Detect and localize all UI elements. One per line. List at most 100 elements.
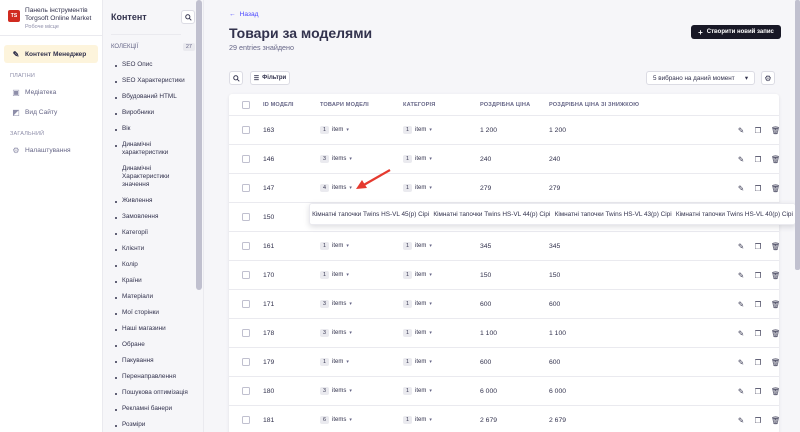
subnav-item[interactable]: Категорії [103,225,203,241]
table-row[interactable]: 171 3 items ▾ 1 item ▾ 600 600 ✎ ❐ 🗑 [229,290,779,319]
subnav-item[interactable]: Пошукова оптимізація [103,385,203,401]
trash-icon[interactable]: 🗑 [771,300,779,309]
subnav-item[interactable]: Країни [103,273,203,289]
popover-item[interactable]: Кімнатні тапочки Twins HS-VL 40(р) Сірі [676,211,793,218]
subnav-scrollbar[interactable] [196,0,202,290]
table-settings-button[interactable]: ⚙ [761,71,775,85]
popover-item[interactable]: Кімнатні тапочки Twins HS-VL 44(р) Сірі [433,211,550,218]
table-row[interactable]: 181 6 items ▾ 1 item ▾ 2 679 2 679 ✎ ❐ 🗑 [229,406,779,432]
row-checkbox[interactable] [242,387,250,395]
items-relation-toggle[interactable]: 3 items ▾ [320,300,352,308]
category-relation-toggle[interactable]: 1 item ▾ [403,155,432,163]
subnav-search-button[interactable] [181,10,195,24]
edit-icon[interactable]: ✎ [737,271,745,280]
row-checkbox[interactable] [242,358,250,366]
edit-icon[interactable]: ✎ [737,126,745,135]
table-row[interactable]: 161 1 item ▾ 1 item ▾ 345 345 ✎ ❐ 🗑 [229,232,779,261]
category-relation-toggle[interactable]: 1 item ▾ [403,271,432,279]
page-scrollbar[interactable] [795,0,800,270]
nav-settings[interactable]: ⚙ Налаштування [4,141,98,159]
subnav-item[interactable]: SEO Опис [103,57,203,73]
items-relation-toggle[interactable]: 3 items ▾ [320,329,352,337]
subnav-item[interactable]: Рекламні банери [103,401,203,417]
trash-icon[interactable]: 🗑 [771,242,779,251]
duplicate-icon[interactable]: ❐ [754,358,762,367]
items-relation-toggle[interactable]: 4 items ▾ [320,184,352,192]
subnav-item[interactable]: Динамічні Характеристики значення [103,161,203,193]
popover-item[interactable]: Кімнатні тапочки Twins HS-VL 43(р) Сірі [555,211,672,218]
row-checkbox[interactable] [242,416,250,424]
duplicate-icon[interactable]: ❐ [754,271,762,280]
edit-icon[interactable]: ✎ [737,155,745,164]
category-relation-toggle[interactable]: 1 item ▾ [403,126,432,134]
edit-icon[interactable]: ✎ [737,300,745,309]
popover-item[interactable]: Кімнатні тапочки Twins HS-VL 45(р) Сірі [312,211,429,218]
edit-icon[interactable]: ✎ [737,329,745,338]
subnav-item[interactable]: Вбудований HTML [103,89,203,105]
subnav-item[interactable]: Матеріали [103,289,203,305]
nav-media[interactable]: ▣ Медіатека [4,83,98,101]
trash-icon[interactable]: 🗑 [771,126,779,135]
edit-icon[interactable]: ✎ [737,242,745,251]
trash-icon[interactable]: 🗑 [771,387,779,396]
category-relation-toggle[interactable]: 1 item ▾ [403,300,432,308]
header-sale-price[interactable]: РОЗДРІБНА ЦІНА ЗІ ЗНИЖКОЮ [549,102,689,108]
row-checkbox[interactable] [242,300,250,308]
row-checkbox[interactable] [242,242,250,250]
row-checkbox[interactable] [242,271,250,279]
header-price[interactable]: РОЗДРІБНА ЦІНА [480,102,549,108]
subnav-item[interactable]: SEO Характеристики [103,73,203,89]
header-id[interactable]: ID МОДЕЛІ [263,102,320,108]
row-checkbox[interactable] [242,213,250,221]
table-row[interactable]: 179 1 item ▾ 1 item ▾ 600 600 ✎ ❐ 🗑 [229,348,779,377]
subnav-item[interactable]: Вік [103,121,203,137]
nav-content-manager[interactable]: ✎ Контент Менеджер [4,45,98,63]
items-relation-toggle[interactable]: 3 items ▾ [320,155,352,163]
filters-button[interactable]: ☰ Фільтри [250,71,290,85]
edit-icon[interactable]: ✎ [737,387,745,396]
trash-icon[interactable]: 🗑 [771,358,779,367]
category-relation-toggle[interactable]: 1 item ▾ [403,329,432,337]
category-relation-toggle[interactable]: 1 item ▾ [403,184,432,192]
duplicate-icon[interactable]: ❐ [754,329,762,338]
table-row[interactable]: 178 3 items ▾ 1 item ▾ 1 100 1 100 ✎ ❐ 🗑 [229,319,779,348]
subnav-item[interactable]: Наші магазини [103,321,203,337]
create-entry-button[interactable]: + Створити новий запис [691,25,781,39]
duplicate-icon[interactable]: ❐ [754,416,762,425]
duplicate-icon[interactable]: ❐ [754,242,762,251]
row-checkbox[interactable] [242,329,250,337]
table-row[interactable]: 163 1 item ▾ 1 item ▾ 1 200 1 200 ✎ ❐ 🗑 [229,116,779,145]
subnav-item[interactable]: Перенаправлення [103,369,203,385]
table-row[interactable]: 146 3 items ▾ 1 item ▾ 240 240 ✎ ❐ 🗑 [229,145,779,174]
trash-icon[interactable]: 🗑 [771,155,779,164]
table-row[interactable]: 180 3 items ▾ 1 item ▾ 6 000 6 000 ✎ ❐ 🗑 [229,377,779,406]
items-relation-toggle[interactable]: 1 item ▾ [320,126,349,134]
header-items[interactable]: ТОВАРИ МОДЕЛІ [320,102,403,108]
edit-icon[interactable]: ✎ [737,358,745,367]
subnav-item[interactable]: Клієнти [103,241,203,257]
select-all-checkbox[interactable] [242,100,250,109]
nav-site-view[interactable]: ◩ Вид Сайту [4,103,98,121]
table-row[interactable]: 170 1 item ▾ 1 item ▾ 150 150 ✎ ❐ 🗑 [229,261,779,290]
edit-icon[interactable]: ✎ [737,416,745,425]
trash-icon[interactable]: 🗑 [771,184,779,193]
duplicate-icon[interactable]: ❐ [754,126,762,135]
category-relation-toggle[interactable]: 1 item ▾ [403,242,432,250]
trash-icon[interactable]: 🗑 [771,329,779,338]
duplicate-icon[interactable]: ❐ [754,300,762,309]
table-row[interactable]: 147 4 items ▾ 1 item ▾ 279 279 ✎ ❐ 🗑 [229,174,779,203]
row-checkbox[interactable] [242,184,250,192]
category-relation-toggle[interactable]: 1 item ▾ [403,416,432,424]
duplicate-icon[interactable]: ❐ [754,387,762,396]
subnav-item[interactable]: Розміри [103,417,203,432]
trash-icon[interactable]: 🗑 [771,416,779,425]
items-relation-toggle[interactable]: 3 items ▾ [320,387,352,395]
subnav-item[interactable]: Динамічні характеристики [103,137,203,161]
subnav-item[interactable]: Пакування [103,353,203,369]
subnav-item[interactable]: Мої сторінки [103,305,203,321]
category-relation-toggle[interactable]: 1 item ▾ [403,387,432,395]
items-relation-toggle[interactable]: 6 items ▾ [320,416,352,424]
duplicate-icon[interactable]: ❐ [754,155,762,164]
duplicate-icon[interactable]: ❐ [754,184,762,193]
subnav-item[interactable]: Замовлення [103,209,203,225]
